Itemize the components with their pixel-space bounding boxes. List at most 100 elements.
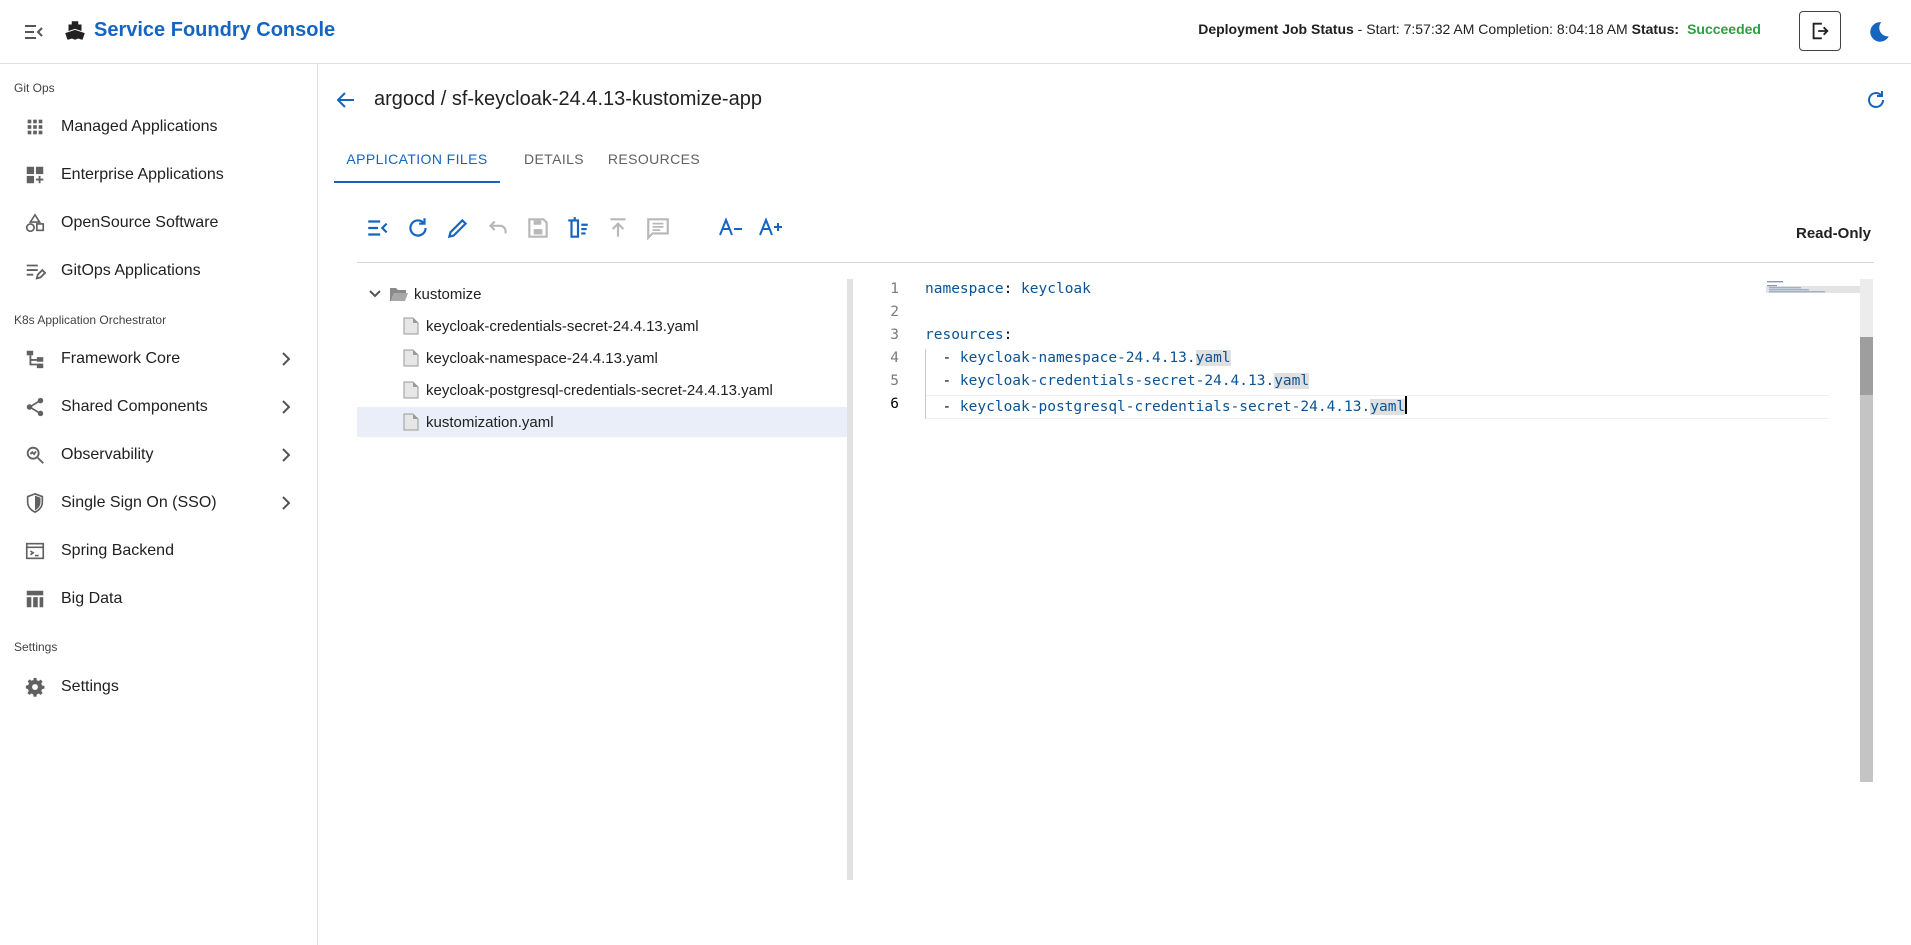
editor-minimap[interactable] (1766, 279, 1860, 299)
sidebar-item-spring-backend[interactable]: Spring Backend (0, 529, 317, 573)
yaml-key: resources (925, 327, 1004, 343)
tree-file-item-selected[interactable]: kustomization.yaml (357, 407, 847, 437)
line-number: 5 (890, 373, 899, 389)
sidebar-item-gitops-applications[interactable]: GitOps Applications (0, 249, 317, 293)
sidebar: Git Ops Managed Applications Enterprise … (0, 64, 318, 945)
page-title: argocd / sf-keycloak-24.4.13-kustomize-a… (374, 88, 762, 110)
app-title: Service Foundry Console (94, 19, 336, 41)
tree-file-label: keycloak-namespace-24.4.13.yaml (426, 350, 658, 367)
job-status-label: Deployment Job Status (1198, 21, 1354, 37)
delete-icon[interactable] (565, 215, 591, 241)
sidebar-item-shared-components[interactable]: Shared Components (0, 385, 317, 429)
comment-icon[interactable] (645, 215, 671, 241)
code-line: - keycloak-credentials-secret-24.4.13.ya… (925, 373, 1310, 389)
file-icon (403, 413, 421, 431)
tab-details[interactable]: DETAILS (517, 140, 591, 183)
dark-mode-icon[interactable] (1866, 19, 1892, 45)
tree-file-label: kustomization.yaml (426, 414, 554, 431)
tab-resources[interactable]: RESOURCES (604, 140, 704, 183)
code-line: resources: (925, 327, 1013, 343)
sidebar-item-settings[interactable]: Settings (0, 665, 317, 709)
code-line: namespace: keycloak (925, 281, 1091, 297)
sidebar-item-label: Managed Applications (61, 118, 218, 135)
gear-icon (24, 676, 46, 698)
search-highlight: yaml (1195, 350, 1231, 366)
yaml-key: namespace (925, 281, 1004, 297)
edit-icon[interactable] (445, 215, 471, 241)
sidebar-item-framework-core[interactable]: Framework Core (0, 337, 317, 381)
terminal-icon (24, 540, 46, 562)
sidebar-item-label: Single Sign On (SSO) (61, 494, 217, 511)
tree-folder-label: kustomize (414, 286, 482, 303)
hierarchy-icon (24, 348, 46, 370)
dashboard-add-icon (24, 164, 46, 186)
sidebar-item-single-sign-on[interactable]: Single Sign On (SSO) (0, 481, 317, 525)
toolbar-divider (357, 262, 1874, 263)
search-insights-icon (24, 444, 46, 466)
shield-icon (24, 492, 46, 514)
chevron-down-icon (367, 285, 385, 303)
search-highlight: yaml (1274, 373, 1310, 389)
code-editor[interactable]: 1 2 3 4 5 6 namespace: keycloak resource… (855, 279, 1874, 880)
deployment-job-status: Deployment Job Status - Start: 7:57:32 A… (1198, 21, 1761, 37)
line-number: 2 (890, 304, 899, 320)
sidebar-item-enterprise-applications[interactable]: Enterprise Applications (0, 153, 317, 197)
tab-application-files[interactable]: APPLICATION FILES (334, 140, 500, 183)
sidebar-section-git-ops: Git Ops (14, 81, 55, 95)
refresh-icon[interactable] (1864, 88, 1888, 112)
sidebar-item-big-data[interactable]: Big Data (0, 577, 317, 621)
collapse-icon[interactable] (365, 215, 391, 241)
font-decrease-icon[interactable] (718, 215, 744, 241)
save-icon[interactable] (525, 215, 551, 241)
tree-file-label: keycloak-credentials-secret-24.4.13.yaml (426, 318, 699, 335)
tree-file-item[interactable]: keycloak-credentials-secret-24.4.13.yaml (357, 311, 847, 341)
reload-icon[interactable] (405, 215, 431, 241)
code-line: - keycloak-namespace-24.4.13.yaml (925, 350, 1231, 366)
line-number: 3 (890, 327, 899, 343)
chevron-right-icon (278, 398, 294, 416)
yaml-value: keycloak-namespace-24.4.13. (959, 350, 1196, 366)
tree-folder-kustomize[interactable]: kustomize (357, 279, 847, 309)
undo-icon[interactable] (485, 215, 511, 241)
playlist-edit-icon (24, 260, 47, 282)
text-cursor (1405, 396, 1408, 414)
shapes-icon (24, 212, 46, 234)
editor-scrollbar-thumb[interactable] (1860, 337, 1873, 395)
sidebar-item-label: Shared Components (61, 398, 208, 415)
sidebar-item-label: Spring Backend (61, 542, 174, 559)
tree-file-item[interactable]: keycloak-namespace-24.4.13.yaml (357, 343, 847, 373)
yaml-value: keycloak-credentials-secret-24.4.13. (959, 373, 1275, 389)
sidebar-item-label: OpenSource Software (61, 214, 219, 231)
sidebar-item-label: Observability (61, 446, 154, 463)
sidebar-item-label: Big Data (61, 590, 123, 607)
line-number: 1 (890, 281, 899, 297)
file-icon (403, 317, 421, 335)
sidebar-item-managed-applications[interactable]: Managed Applications (0, 105, 317, 149)
sidebar-section-k8s: K8s Application Orchestrator (14, 313, 167, 327)
sidebar-item-opensource-software[interactable]: OpenSource Software (0, 201, 317, 245)
file-icon (403, 349, 421, 367)
font-increase-icon[interactable] (758, 215, 784, 241)
app-header: Service Foundry Console Deployment Job S… (0, 0, 1911, 64)
tree-file-item[interactable]: keycloak-postgresql-credentials-secret-2… (357, 375, 847, 405)
sidebar-item-label: Framework Core (61, 350, 181, 367)
line-number: 4 (890, 350, 899, 366)
menu-collapse-icon[interactable] (22, 20, 46, 44)
table-icon (24, 588, 46, 610)
chevron-right-icon (278, 494, 294, 512)
logout-button[interactable] (1799, 11, 1841, 51)
file-icon (403, 381, 421, 399)
code-line: - keycloak-postgresql-credentials-secret… (925, 396, 1408, 415)
status-badge: Succeeded (1687, 21, 1761, 37)
sidebar-item-observability[interactable]: Observability (0, 433, 317, 477)
sidebar-item-label: Settings (61, 678, 119, 695)
chevron-right-icon (278, 350, 294, 368)
sidebar-item-label: GitOps Applications (61, 262, 201, 279)
chevron-right-icon (278, 446, 294, 464)
back-arrow-icon[interactable] (334, 88, 358, 112)
upload-icon[interactable] (605, 215, 631, 241)
folder-open-icon (389, 285, 408, 303)
pane-splitter[interactable] (847, 279, 853, 880)
share-icon (24, 396, 46, 418)
sidebar-section-settings: Settings (14, 640, 58, 654)
